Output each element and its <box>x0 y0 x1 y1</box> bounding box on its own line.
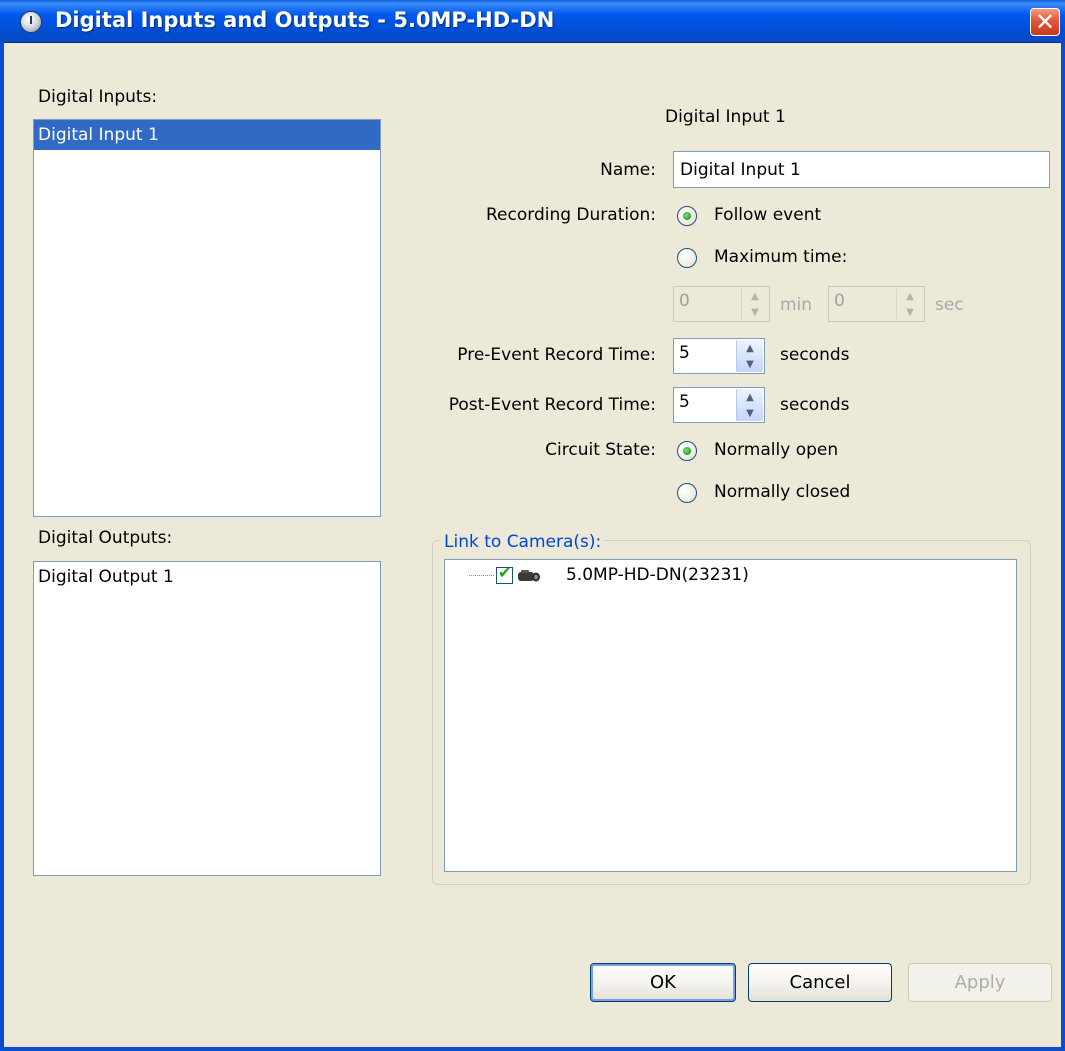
camera-checkbox[interactable]: ✔ <box>496 563 513 584</box>
pre-event-label: Pre-Event Record Time: <box>457 345 656 365</box>
post-event-value: 5 <box>679 392 690 412</box>
pre-event-value: 5 <box>679 343 690 363</box>
spin-down-icon[interactable]: ▼ <box>737 405 763 421</box>
spin-up-icon[interactable]: ▲ <box>737 340 763 356</box>
name-input[interactable]: Digital Input 1 <box>673 151 1050 188</box>
min-unit-label: min <box>780 295 813 315</box>
spin-up-icon[interactable]: ▲ <box>737 389 763 405</box>
tree-connector-line <box>469 575 494 576</box>
window-frame-left <box>0 42 4 1051</box>
digital-outputs-label: Digital Outputs: <box>38 528 173 548</box>
follow-event-label[interactable]: Follow event <box>714 205 821 225</box>
window-frame-right <box>1061 42 1065 1051</box>
spin-up-icon[interactable]: ▲ <box>897 288 923 304</box>
digital-inputs-label: Digital Inputs: <box>38 87 158 107</box>
close-button[interactable]: ✕ <box>1030 8 1060 36</box>
post-event-label: Post-Event Record Time: <box>448 395 656 415</box>
max-minutes-stepper[interactable]: 0 ▲ ▼ <box>673 286 770 322</box>
title-bar[interactable]: Digital Inputs and Outputs - 5.0MP-HD-DN… <box>0 0 1065 43</box>
follow-event-radio[interactable] <box>677 206 697 226</box>
spin-down-icon[interactable]: ▼ <box>742 304 768 320</box>
post-event-unit: seconds <box>780 395 850 415</box>
ok-button[interactable]: OK <box>590 963 736 1002</box>
radio-selected-dot <box>683 447 691 455</box>
max-seconds-stepper[interactable]: 0 ▲ ▼ <box>828 286 925 322</box>
spin-down-icon[interactable]: ▼ <box>737 356 763 372</box>
normally-closed-radio[interactable] <box>677 483 697 503</box>
cancel-button[interactable]: Cancel <box>748 963 892 1002</box>
normally-open-label[interactable]: Normally open <box>714 440 838 460</box>
radio-selected-dot <box>683 212 691 220</box>
close-icon: ✕ <box>1034 8 1056 36</box>
digital-outputs-list[interactable]: Digital Output 1 <box>33 561 381 876</box>
maximum-time-radio[interactable] <box>677 248 697 268</box>
sec-unit-label: sec <box>935 295 964 315</box>
camera-tree-item-label[interactable]: 5.0MP-HD-DN(23231) <box>566 565 749 585</box>
pre-event-stepper[interactable]: 5 ▲ ▼ <box>673 338 765 374</box>
camera-tree[interactable]: ✔ 5.0MP-HD-DN(23231) <box>444 559 1017 872</box>
maximum-time-label[interactable]: Maximum time: <box>714 247 847 267</box>
normally-closed-label[interactable]: Normally closed <box>714 482 850 502</box>
digital-inputs-list[interactable]: Digital Input 1 <box>33 119 381 517</box>
checkmark-icon: ✔ <box>498 563 512 582</box>
camera-icon <box>518 570 540 582</box>
app-clock-icon <box>20 11 42 33</box>
apply-button[interactable]: Apply <box>908 963 1052 1002</box>
detail-heading: Digital Input 1 <box>665 107 786 127</box>
spin-up-icon[interactable]: ▲ <box>742 288 768 304</box>
name-label: Name: <box>600 160 656 180</box>
max-minutes-value: 0 <box>679 291 690 311</box>
window-frame-bottom <box>0 1047 1065 1051</box>
recording-duration-label: Recording Duration: <box>486 205 656 225</box>
list-item-digital-output-1[interactable]: Digital Output 1 <box>34 562 380 592</box>
post-event-stepper[interactable]: 5 ▲ ▼ <box>673 387 765 423</box>
normally-open-radio[interactable] <box>677 441 697 461</box>
link-to-cameras-legend: Link to Camera(s): <box>441 532 605 552</box>
spin-down-icon[interactable]: ▼ <box>897 304 923 320</box>
max-seconds-value: 0 <box>834 291 845 311</box>
window-title: Digital Inputs and Outputs - 5.0MP-HD-DN <box>55 8 555 32</box>
circuit-state-label: Circuit State: <box>545 440 656 460</box>
pre-event-unit: seconds <box>780 345 850 365</box>
list-item-digital-input-1[interactable]: Digital Input 1 <box>34 120 380 150</box>
